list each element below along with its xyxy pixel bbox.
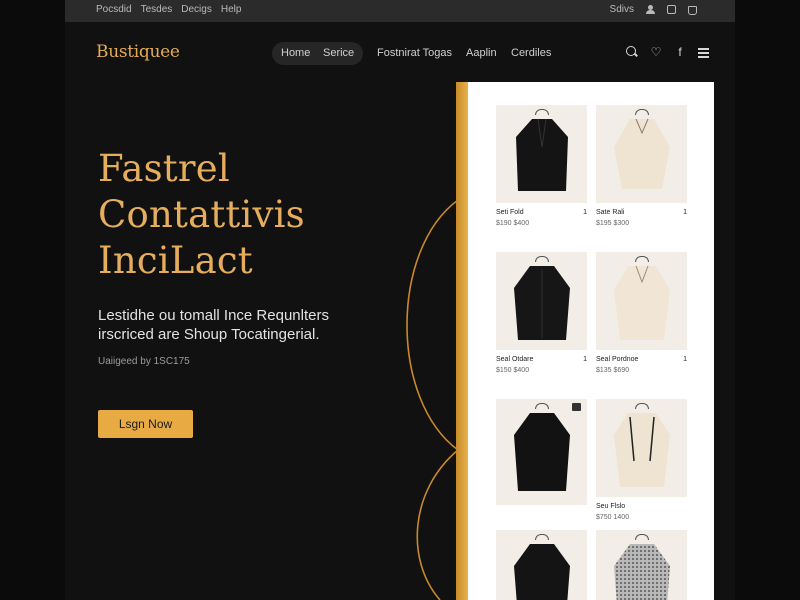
black-blouse-image — [515, 118, 568, 191]
product-card[interactable] — [596, 530, 687, 600]
cream-blouse-image — [613, 118, 670, 189]
product-card[interactable]: Sate Rali 1 $195 $300 — [596, 105, 687, 227]
product-image — [496, 252, 587, 350]
hanger-icon — [634, 256, 649, 262]
product-grid-panel: Seti Fold 1 $190 $400 Sate Rali 1 $195 $30… — [468, 82, 714, 600]
hanger-icon — [534, 403, 549, 409]
hanger-icon — [534, 534, 549, 540]
product-card[interactable]: Seti Fold 1 $190 $400 — [496, 105, 587, 227]
product-image — [496, 105, 587, 203]
product-name: Seu Flslo — [596, 503, 626, 510]
product-badge: 1 — [683, 209, 687, 216]
utility-menu: Pocsdid Tesdes Decigs Help — [96, 4, 241, 15]
nav-link-5[interactable]: Cerdiles — [511, 47, 551, 59]
product-image — [496, 530, 587, 600]
site-logo[interactable]: Bustiquee — [96, 42, 180, 62]
hanger-icon — [634, 534, 649, 540]
product-card[interactable]: Seal Otdare 1 $150 $400 — [496, 252, 587, 374]
top-utility-bar: Pocsdid Tesdes Decigs Help Sdivs — [65, 0, 735, 22]
product-image — [596, 252, 687, 350]
product-price: $135 $690 — [596, 367, 630, 374]
heart-icon[interactable]: ♡ — [650, 46, 662, 58]
hanger-icon — [534, 256, 549, 262]
product-badge: 1 — [583, 209, 587, 216]
black-sheer-blouse-image — [513, 413, 570, 491]
hero-subtitle-line: irscriced are Shoup Tocatingerial. — [98, 326, 320, 343]
utility-menu-item[interactable]: Pocsdid — [96, 4, 132, 15]
product-image — [596, 530, 687, 600]
user-icon[interactable] — [646, 5, 655, 14]
product-card[interactable] — [496, 399, 587, 511]
facebook-icon[interactable]: f — [674, 46, 686, 58]
bag-icon[interactable] — [688, 6, 697, 15]
hero-meta: Uaiigeed by 1SC175 — [98, 356, 190, 367]
hero-title-line: Contattivis — [98, 193, 305, 236]
product-price: $195 $300 — [596, 220, 630, 227]
hero-title-line: InciLact — [98, 239, 253, 282]
utility-right-label[interactable]: Sdivs — [610, 4, 634, 15]
product-image — [596, 105, 687, 203]
utility-menu-item[interactable]: Tesdes — [141, 4, 173, 15]
product-card[interactable] — [496, 530, 587, 600]
product-card[interactable]: Seal Pordnoe 1 $135 $690 — [596, 252, 687, 374]
hanger-icon — [634, 109, 649, 115]
product-image — [596, 399, 687, 497]
product-image — [496, 399, 587, 505]
product-price: $150 $400 — [496, 367, 530, 374]
utility-right: Sdivs — [610, 4, 697, 15]
product-price: $750 1400 — [596, 514, 630, 521]
hero-title: Fastrel Contattivis InciLact — [98, 146, 305, 284]
product-badge: 1 — [683, 356, 687, 363]
grey-patterned-top-image — [613, 544, 670, 600]
cream-tunic-image — [613, 413, 670, 487]
search-icon[interactable] — [626, 46, 638, 58]
hero-subtitle-line: Lestidhe ou tomall Ince Requnlters — [98, 307, 329, 324]
nav-link-service[interactable]: Serice — [323, 47, 354, 59]
utility-menu-item[interactable]: Help — [221, 4, 242, 15]
hanger-icon — [634, 403, 649, 409]
header-icons: ♡ f — [626, 46, 710, 58]
hanger-icon — [534, 109, 549, 115]
hamburger-menu-icon[interactable] — [698, 46, 710, 58]
panel-accent-bar — [456, 82, 468, 600]
nav-link-4[interactable]: Aaplin — [466, 47, 497, 59]
learn-now-button[interactable]: Lsgn Now — [98, 410, 193, 438]
window-icon[interactable] — [667, 5, 676, 14]
nav-link-home[interactable]: Home — [281, 47, 310, 59]
nav-link-3[interactable]: Fostnirat Togas — [377, 47, 452, 59]
product-price: $190 $400 — [496, 220, 530, 227]
product-badge: 1 — [583, 356, 587, 363]
utility-menu-item[interactable]: Decigs — [181, 4, 212, 15]
product-name: Seal Pordnoe — [596, 356, 639, 363]
hero-subtitle: Lestidhe ou tomall Ince Requnlters irscr… — [98, 306, 329, 344]
tag-icon — [572, 403, 581, 411]
cream-top-image — [613, 265, 670, 340]
hero-title-line: Fastrel — [98, 147, 230, 190]
product-name: Sate Rali — [596, 209, 625, 216]
product-name: Seal Otdare — [496, 356, 534, 363]
product-name: Seti Fold — [496, 209, 524, 216]
black-shirt-image — [513, 266, 570, 340]
product-card[interactable]: Seu Flslo $750 1400 — [596, 399, 687, 521]
black-jacket-image — [513, 544, 570, 600]
